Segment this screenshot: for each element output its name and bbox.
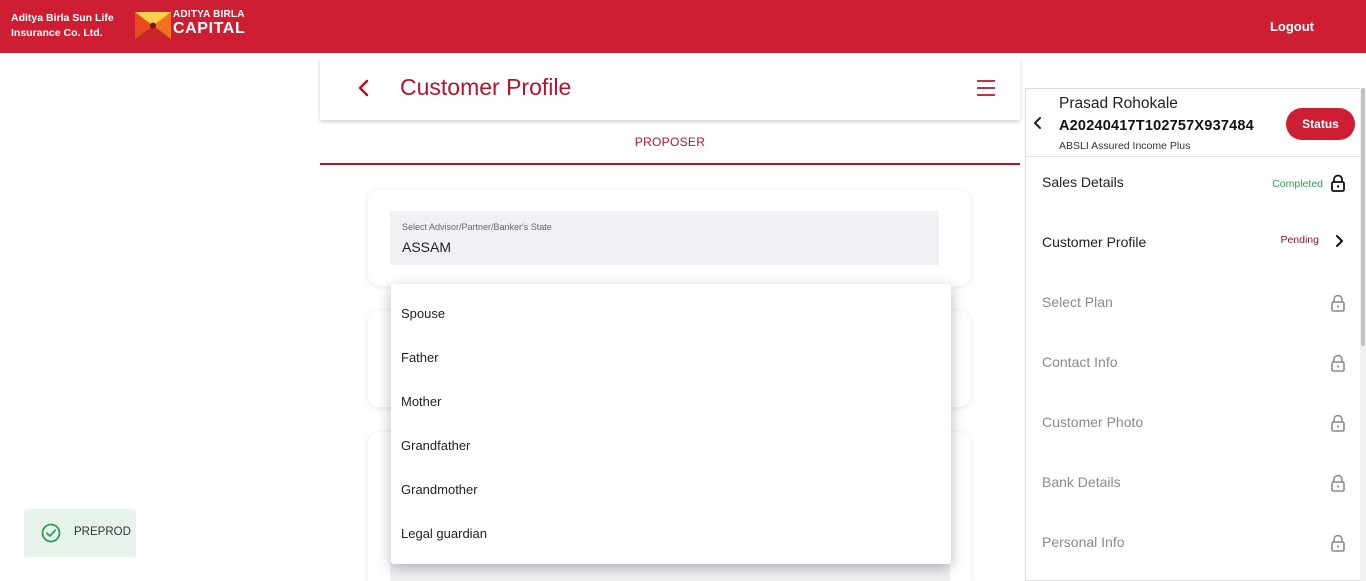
logo-line1: ADITYA BIRLA: [173, 9, 245, 20]
panel-header: Prasad Rohokale A20240417T102757X937484 …: [1026, 89, 1361, 157]
lock-icon: [1331, 414, 1345, 432]
step-customer-photo: Customer Photo: [1026, 398, 1361, 458]
brand-line2: Insurance Co. Ltd.: [11, 27, 103, 39]
advisor-state-label: Select Advisor/Partner/Banker's State: [402, 222, 552, 232]
lock-icon: [1331, 474, 1345, 492]
step-select-plan: Select Plan: [1026, 278, 1361, 338]
step-bank-details: Bank Details: [1026, 458, 1361, 518]
capital-brand: ADITYA BIRLA CAPITAL: [173, 10, 245, 37]
step-label: Customer Photo: [1042, 414, 1144, 430]
step-label: Personal Info: [1042, 534, 1125, 550]
obscured-field[interactable]: [390, 562, 950, 581]
step-contact-info: Contact Info: [1026, 338, 1361, 398]
step-label: Contact Info: [1042, 354, 1118, 370]
step-status-completed: Completed: [1272, 178, 1323, 190]
plan-name: ABSLI Assured Income Plus: [1059, 140, 1191, 152]
step-personal-info: Personal Info: [1026, 518, 1361, 578]
step-label: Sales Details: [1042, 174, 1124, 190]
insurer-brand: Aditya Birla Sun Life Insurance Co. Ltd.: [11, 11, 126, 41]
chevron-left-icon[interactable]: [352, 76, 376, 100]
dropdown-option-grandfather[interactable]: Grandfather: [391, 424, 951, 468]
dropdown-option-father[interactable]: Father: [391, 336, 951, 380]
step-sales-details[interactable]: Sales Details Completed: [1026, 158, 1361, 218]
environment-badge: PREPROD: [24, 509, 136, 557]
logo-line2: CAPITAL: [173, 20, 246, 37]
relationship-dropdown-menu: Spouse Father Mother Grandfather Grandmo…: [391, 284, 951, 564]
aditya-birla-logo-icon: [135, 12, 171, 39]
logout-button[interactable]: Logout: [1270, 19, 1314, 34]
check-circle-icon: [41, 523, 61, 543]
dropdown-option-spouse[interactable]: Spouse: [391, 292, 951, 336]
step-label: Bank Details: [1042, 474, 1121, 490]
dropdown-option-legal-guardian[interactable]: Legal guardian: [391, 512, 951, 556]
tab-proposer[interactable]: PROPOSER: [320, 130, 1020, 165]
step-label: Customer Profile: [1042, 234, 1147, 250]
status-button[interactable]: Status: [1286, 108, 1355, 140]
advisor-state-select[interactable]: Select Advisor/Partner/Banker's State AS…: [390, 211, 939, 265]
lock-icon: [1331, 534, 1345, 552]
application-id: A20240417T102757X937484: [1059, 118, 1254, 134]
lock-icon: [1331, 174, 1345, 192]
step-status-pending: Pending: [1280, 234, 1319, 246]
lock-icon: [1331, 294, 1345, 312]
step-customer-profile[interactable]: Customer Profile Pending: [1026, 218, 1361, 278]
chevron-right-icon: [1336, 235, 1343, 247]
environment-label: PREPROD: [74, 526, 131, 538]
advisor-state-value: ASSAM: [402, 239, 452, 255]
scrollbar-thumb[interactable]: [1361, 88, 1365, 346]
page-title: Customer Profile: [400, 74, 572, 100]
customer-name: Prasad Rohokale: [1059, 95, 1178, 112]
hamburger-menu-icon[interactable]: [976, 79, 996, 97]
brand-line1: Aditya Birla Sun Life: [11, 12, 114, 24]
top-bar: Aditya Birla Sun Life Insurance Co. Ltd.…: [0, 0, 1366, 53]
panel-scrollbar[interactable]: [1360, 88, 1366, 581]
progress-side-panel: Prasad Rohokale A20240417T102757X937484 …: [1025, 88, 1361, 581]
dropdown-option-grandmother[interactable]: Grandmother: [391, 468, 951, 512]
step-label: Select Plan: [1042, 294, 1113, 310]
page-header-card: Customer Profile: [320, 57, 1020, 120]
dropdown-option-mother[interactable]: Mother: [391, 380, 951, 424]
lock-icon: [1331, 354, 1345, 372]
chevron-left-icon[interactable]: [1030, 115, 1046, 131]
